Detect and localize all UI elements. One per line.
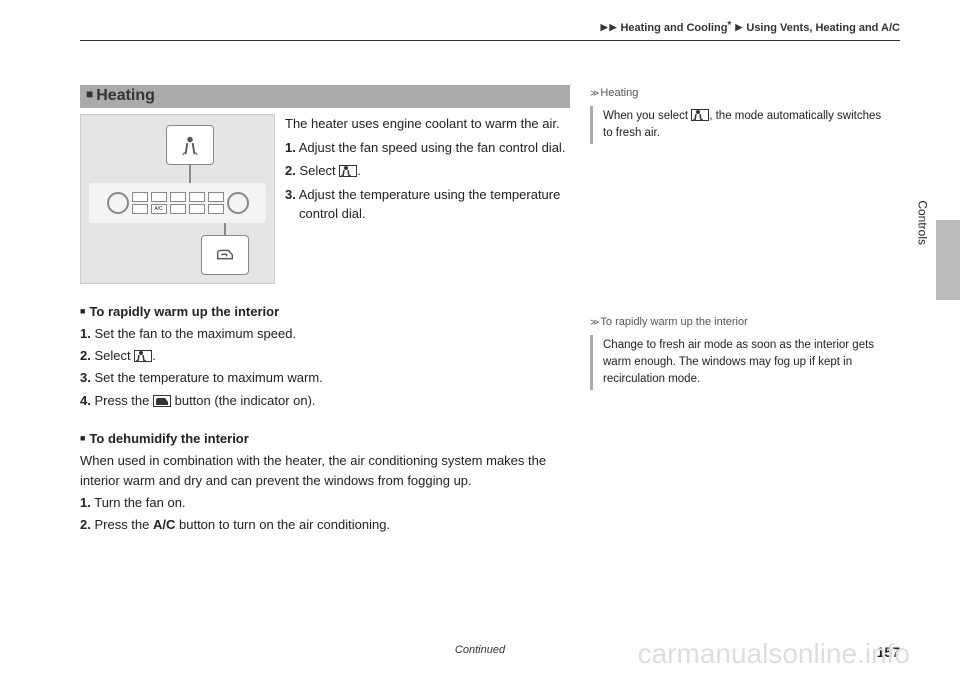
asterisk: *: [727, 20, 731, 31]
step: 2. Press the A/C button to turn on the a…: [80, 515, 570, 535]
floor-vent-icon: [134, 350, 152, 362]
breadcrumb-section: Heating and Cooling: [620, 22, 727, 34]
tri-icon: ▶: [601, 22, 608, 32]
recirculation-icon: [153, 395, 171, 407]
step: 3. Set the temperature to maximum warm.: [80, 368, 570, 388]
subsection-dehumidify: ■To dehumidify the interior When used in…: [80, 429, 570, 536]
tri-icon: ▶: [609, 22, 616, 32]
side-note-body: When you select , the mode automatically…: [590, 106, 890, 145]
sub-heading: ■To dehumidify the interior: [80, 429, 570, 449]
section-title: Heating: [96, 87, 155, 104]
step: 1. Set the fan to the maximum speed.: [80, 324, 570, 344]
step: 2. Select .: [285, 161, 570, 181]
callout-recirc: [201, 235, 249, 275]
floor-vent-icon: [691, 109, 709, 121]
person-floor-vent-icon: [179, 134, 201, 156]
double-tri-icon: ≫: [590, 317, 596, 327]
tri-icon: ▶: [735, 22, 742, 32]
callout-floor-vent: [166, 125, 214, 165]
page-number: 157: [877, 644, 900, 660]
square-bullet-icon: ■: [80, 433, 85, 443]
square-bullet-icon: ■: [80, 306, 85, 316]
control-panel: A/C: [89, 183, 266, 223]
side-tab-label: Controls: [916, 200, 930, 245]
square-bullet-icon: ■: [86, 87, 93, 101]
fan-dial-icon: [107, 192, 129, 214]
step: 3. Adjust the temperature using the temp…: [285, 185, 570, 224]
side-note-body: Change to fresh air mode as soon as the …: [590, 335, 890, 391]
side-note-head: ≫To rapidly warm up the interior: [590, 314, 890, 331]
intro-text: The heater uses engine coolant to warm t…: [285, 114, 570, 228]
callout-line: [224, 223, 226, 235]
hvac-panel-diagram: A/C: [80, 114, 275, 284]
manual-page: ▶▶ Heating and Cooling* ▶ Using Vents, H…: [0, 0, 960, 678]
paragraph: When used in combination with the heater…: [80, 451, 570, 491]
step: 1. Turn the fan on.: [80, 493, 570, 513]
main-content: ■Heating A/C: [80, 85, 570, 537]
step: 1. Adjust the fan speed using the fan co…: [285, 138, 570, 158]
subsection-rapid-warm: ■To rapidly warm up the interior 1. Set …: [80, 302, 570, 411]
step: 4. Press the button (the indicator on).: [80, 391, 570, 411]
breadcrumb: ▶▶ Heating and Cooling* ▶ Using Vents, H…: [600, 20, 900, 34]
breadcrumb-subsection: Using Vents, Heating and A/C: [746, 22, 900, 34]
top-rule: [80, 40, 900, 41]
diagram-row: A/C The heater uses engine coolant to wa…: [80, 114, 570, 284]
thumb-tab: [936, 220, 960, 300]
floor-vent-icon: [339, 165, 357, 177]
temp-dial-icon: [227, 192, 249, 214]
sub-heading: ■To rapidly warm up the interior: [80, 302, 570, 322]
side-note-head: ≫Heating: [590, 85, 890, 102]
callout-line: [189, 165, 191, 183]
sidebar-notes: ≫Heating When you select , the mode auto…: [590, 85, 890, 390]
double-tri-icon: ≫: [590, 88, 596, 98]
step: 2. Select .: [80, 346, 570, 366]
continued-label: Continued: [0, 644, 960, 656]
recirculation-icon: [214, 244, 236, 266]
section-heading-bar: ■Heating: [80, 85, 570, 108]
intro-para: The heater uses engine coolant to warm t…: [285, 114, 570, 134]
